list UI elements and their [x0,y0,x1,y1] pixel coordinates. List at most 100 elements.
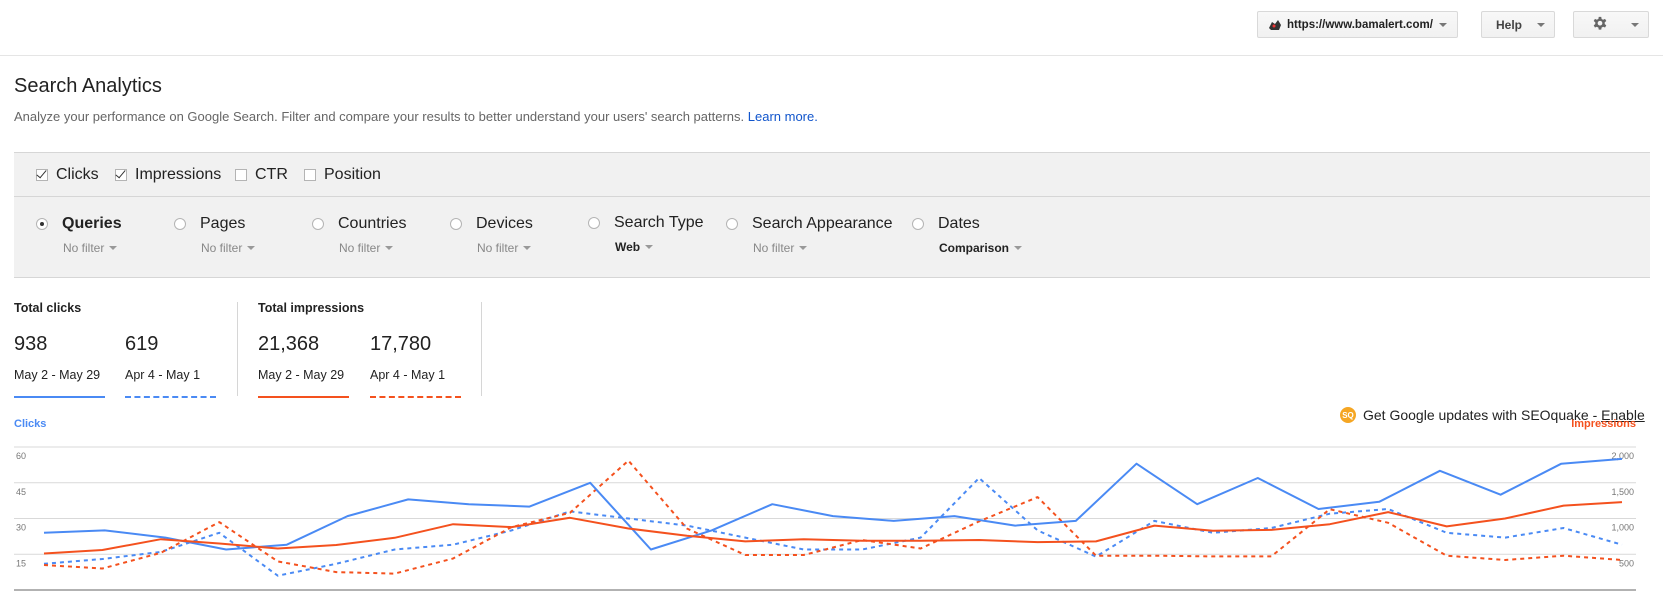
seoquake-banner: SQ Get Google updates with SEOquake - En… [1340,407,1645,423]
dimension-label: Queries [62,215,122,232]
impressions-current-series-line [43,501,1623,555]
impressions-current-range: May 2 - May 29 [258,368,345,382]
dimension-label: Devices [476,215,533,232]
dimension-countries[interactable]: Countries No filter [312,215,406,255]
left-tick-label: 15 [16,558,26,568]
chart-gridlines [14,446,1636,591]
performance-chart: Clicks Impressions 604530152,0001,5001,0… [14,418,1636,591]
learn-more-link[interactable]: Learn more. [748,109,818,124]
chevron-down-icon [109,246,118,250]
queries-filter-dropdown[interactable]: No filter [63,241,122,255]
filter-label: Web [615,240,641,254]
dimension-search-appearance[interactable]: Search Appearance No filter [726,215,893,255]
right-tick-label: 1,500 [1611,487,1634,497]
left-tick-label: 60 [16,451,26,461]
settings-button[interactable] [1573,11,1649,38]
right-tick-label: 2,000 [1611,451,1634,461]
dimension-dates[interactable]: Dates Comparison [912,215,1023,255]
dimension-label: Search Type [614,214,704,231]
impressions-previous-legend-line [370,396,461,398]
dimension-queries[interactable]: Queries No filter [36,215,122,255]
ctr-checkbox[interactable] [235,169,247,181]
clicks-current-legend-line [14,396,105,398]
clicks-current-range: May 2 - May 29 [14,368,101,382]
seoquake-enable-link[interactable]: Enable [1601,407,1645,423]
totals-divider [481,302,482,396]
clicks-previous-series-line [43,477,1623,577]
filter-label: No filter [753,241,795,255]
chevron-down-icon [645,245,654,249]
right-tick-label: 500 [1619,558,1634,568]
metric-position[interactable]: Position [304,166,381,184]
clicks-checkbox[interactable] [36,169,48,181]
impressions-previous-series-line [43,459,1623,575]
top-bar: https://www.bamalert.com/ Help [0,0,1663,56]
left-tick-label: 45 [16,487,26,497]
filter-label: No filter [63,241,105,255]
impressions-current-value: 21,368 [258,333,320,355]
dimension-pages[interactable]: Pages No filter [174,215,256,255]
filter-label: No filter [477,241,519,255]
dimension-label: Dates [938,215,980,232]
metric-impressions[interactable]: Impressions [115,166,221,184]
clicks-current-series-line [43,457,1623,551]
impressions-previous-range: Apr 4 - May 1 [370,368,446,382]
search-type-radio[interactable] [588,217,600,229]
filter-label: Comparison [939,241,1010,255]
devices-radio[interactable] [450,218,462,230]
search-appearance-radio[interactable] [726,218,738,230]
chevron-down-icon [247,246,256,250]
impressions-previous-value: 17,780 [370,333,432,355]
site-selector[interactable]: https://www.bamalert.com/ [1257,11,1458,38]
metric-clicks[interactable]: Clicks [36,166,99,184]
filter-label: No filter [339,241,381,255]
site-favicon-icon [1269,19,1281,30]
devices-filter-dropdown[interactable]: No filter [477,241,533,255]
search-appearance-filter-dropdown[interactable]: No filter [753,241,893,255]
clicks-previous-range: Apr 4 - May 1 [125,368,201,382]
total-clicks-title: Total clicks [14,301,82,315]
metric-ctr[interactable]: CTR [235,166,288,184]
left-axis-title: Clicks [14,418,46,430]
description-text: Analyze your performance on Google Searc… [14,109,745,124]
metric-label: Impressions [135,166,222,183]
chart-tick-labels: 60 45 30 15 2,000 1,500 1,000 500 [16,451,1634,568]
metric-label: Clicks [56,166,99,183]
queries-radio[interactable] [36,218,48,230]
impressions-checkbox[interactable] [115,169,127,181]
countries-radio[interactable] [312,218,324,230]
position-checkbox[interactable] [304,169,316,181]
impressions-current-legend-line [258,396,349,398]
chevron-down-icon [1439,23,1447,27]
left-tick-label: 30 [16,523,26,533]
seoquake-text: Get Google updates with SEOquake - [1363,407,1598,423]
clicks-current-value: 938 [14,333,48,355]
site-url: https://www.bamalert.com/ [1287,18,1433,31]
chevron-down-icon [1014,246,1023,250]
dimension-search-type[interactable]: Search Type Web [588,214,704,254]
clicks-previous-legend-line [125,396,216,398]
clicks-previous-value: 619 [125,333,159,355]
pages-filter-dropdown[interactable]: No filter [201,241,256,255]
pages-radio[interactable] [174,218,186,230]
chart-series [43,457,1623,577]
dimensions-bar: Queries No filter Pages No filter Countr… [14,197,1650,278]
metric-label: CTR [255,166,288,183]
seoquake-logo-icon: SQ [1340,407,1356,423]
countries-filter-dropdown[interactable]: No filter [339,241,406,255]
dimension-devices[interactable]: Devices No filter [450,215,533,255]
dates-filter-dropdown[interactable]: Comparison [939,241,1023,255]
search-type-filter-dropdown[interactable]: Web [615,240,704,254]
filter-label: No filter [201,241,243,255]
total-impressions-title: Total impressions [258,301,365,315]
dimension-label: Search Appearance [752,215,893,232]
dates-radio[interactable] [912,218,924,230]
help-button[interactable]: Help [1481,11,1555,38]
chevron-down-icon [385,246,394,250]
gear-icon [1593,16,1607,30]
page-description: Analyze your performance on Google Searc… [14,109,818,124]
chevron-down-icon [1537,23,1545,27]
metrics-bar: Clicks Impressions CTR Position [14,152,1650,197]
dimension-label: Countries [338,215,407,232]
metric-label: Position [324,166,381,183]
